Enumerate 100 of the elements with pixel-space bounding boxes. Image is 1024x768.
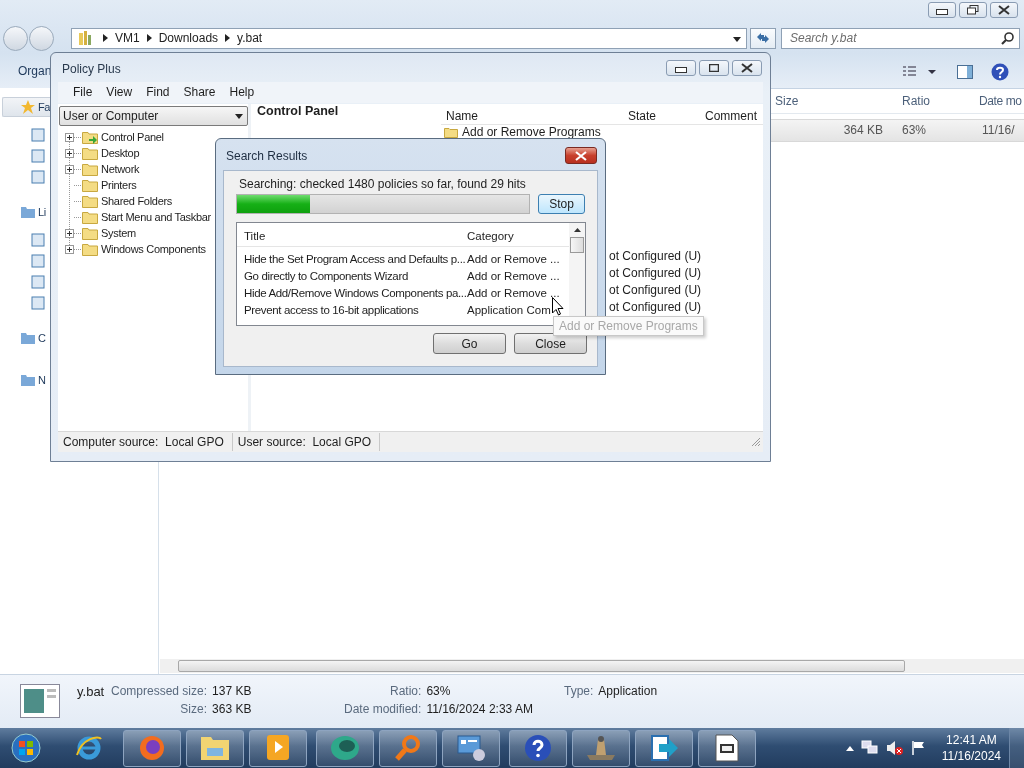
tree-item[interactable]: Desktop [81, 146, 140, 160]
file-icon [31, 233, 45, 247]
breadcrumb-item[interactable]: VM1 [115, 31, 140, 45]
folder-icon [21, 205, 35, 219]
scroll-up-arrow-icon[interactable] [573, 228, 581, 232]
restore-button[interactable] [959, 2, 987, 18]
dialog-button[interactable]: Close [514, 333, 587, 354]
folder-icon [82, 194, 98, 208]
network-icon[interactable] [860, 740, 879, 756]
expand-icon[interactable] [65, 164, 74, 174]
globe-icon [137, 734, 167, 762]
breadcrumb-item[interactable]: Downloads [158, 31, 219, 45]
nav-item[interactable]: Li [2, 202, 50, 222]
nav-item[interactable]: C [2, 328, 50, 348]
search-icon [393, 734, 423, 762]
table-cell: 11/16/ [982, 123, 1015, 137]
breadcrumb-item[interactable]: y.bat [237, 31, 263, 45]
result-title[interactable]: Go directly to Components Wizard [237, 269, 467, 282]
folder-icon [200, 734, 230, 762]
taskbar-button[interactable] [249, 729, 307, 767]
clock-date[interactable]: 11/16/2024 [941, 748, 1001, 764]
tree-item[interactable]: System [81, 226, 136, 240]
horizontal-scrollbar[interactable] [160, 659, 1024, 673]
folder-icon [82, 178, 98, 192]
scroll-thumb[interactable] [178, 660, 905, 672]
tree-item[interactable]: Start Menu and Taskbar [81, 210, 211, 224]
dropdown-arrow-icon[interactable] [733, 36, 741, 42]
tree-item[interactable]: Windows Components [81, 242, 206, 256]
expand-icon[interactable] [65, 228, 74, 238]
column-header[interactable]: Category [467, 230, 514, 242]
flag-icon[interactable] [910, 740, 925, 756]
tree-item[interactable]: Printers [81, 178, 137, 192]
resize-grip-icon[interactable] [751, 437, 761, 447]
scroll-thumb[interactable] [570, 237, 584, 253]
file-icon [31, 254, 45, 268]
result-title[interactable]: Hide Add/Remove Windows Components pa... [237, 286, 467, 299]
close-button[interactable] [565, 147, 597, 164]
detail-value: 363 KB [212, 702, 252, 716]
chevron-icon[interactable] [103, 34, 108, 42]
stop-button[interactable]: Stop [538, 194, 585, 214]
search-field[interactable]: Search y.bat [781, 27, 1020, 49]
result-category[interactable]: Add or Remove ... [467, 252, 560, 265]
column-header[interactable]: Ratio [902, 94, 930, 108]
result-title[interactable]: Prevent access to 16-bit applications [237, 303, 467, 316]
taskbar-button[interactable] [442, 729, 500, 767]
detail-value: 63% [426, 684, 452, 698]
folder-icon [82, 226, 98, 240]
menu-item[interactable]: Find [140, 82, 178, 103]
expand-icon[interactable] [65, 148, 74, 158]
result-category[interactable]: Add or Remove ... [467, 286, 560, 299]
menu-item[interactable]: File [58, 82, 101, 103]
taskbar-button[interactable] [509, 729, 567, 767]
dialog-button[interactable]: Go [433, 333, 506, 354]
folder-icon [82, 130, 98, 144]
result-category[interactable]: Add or Remove ... [467, 269, 560, 282]
orb-icon [330, 734, 360, 762]
clock-time[interactable]: 12:41 AM [946, 732, 997, 748]
expand-icon[interactable] [65, 244, 74, 254]
nav-item[interactable]: N [2, 370, 50, 390]
show-hidden-icons-icon[interactable] [845, 745, 854, 751]
refresh-button[interactable] [750, 27, 776, 49]
column-header[interactable]: Date mo [979, 94, 1022, 108]
table-cell: 63% [902, 123, 927, 137]
tree-item[interactable]: Control Panel [81, 130, 164, 144]
menu-item[interactable]: Share [177, 82, 224, 103]
column-header[interactable]: Title [237, 230, 467, 242]
tree-item[interactable]: Network [81, 162, 140, 176]
scope-dropdown[interactable]: User or Computer [59, 106, 248, 126]
close-icon [998, 5, 1010, 15]
preview-pane-icon[interactable] [957, 65, 973, 79]
column-header[interactable]: State [628, 109, 657, 123]
file-icon [31, 128, 45, 142]
policy-list-item[interactable]: Add or Remove Programs [441, 125, 763, 139]
view-options-icon[interactable] [902, 66, 936, 78]
refresh-icon [755, 31, 771, 45]
chevron-icon[interactable] [146, 34, 152, 42]
maximize-button[interactable] [699, 60, 729, 76]
nav-item[interactable]: Fa [2, 97, 50, 117]
tree-item[interactable]: Shared Folders [81, 194, 172, 208]
address-bar[interactable]: VM1 Downloads y.bat [71, 27, 747, 49]
minimize-button[interactable] [928, 2, 956, 18]
result-title[interactable]: Hide the Set Program Access and Defaults p... [237, 252, 467, 265]
menu-item[interactable]: View [100, 82, 141, 103]
column-header[interactable]: Name [446, 109, 478, 123]
status-text: Searching: checked 1480 policies so far, found 29 hits [239, 177, 526, 191]
close-button[interactable] [732, 60, 762, 76]
menu-item[interactable]: Help [223, 82, 263, 103]
expand-icon[interactable] [65, 132, 74, 142]
minimize-button[interactable] [666, 60, 696, 76]
taskbar-button[interactable] [186, 729, 244, 767]
search-icon[interactable] [1001, 31, 1014, 45]
close-button[interactable] [990, 2, 1018, 18]
taskbar-button[interactable] [635, 729, 693, 767]
column-header[interactable]: Size [775, 94, 799, 108]
result-category[interactable]: Application Com [467, 303, 551, 316]
volume-muted-icon[interactable] [885, 740, 904, 756]
column-header[interactable]: Comment [705, 109, 757, 123]
chevron-icon[interactable] [225, 34, 231, 42]
taskbar-button[interactable] [698, 729, 756, 767]
help-icon[interactable] [991, 63, 1009, 81]
